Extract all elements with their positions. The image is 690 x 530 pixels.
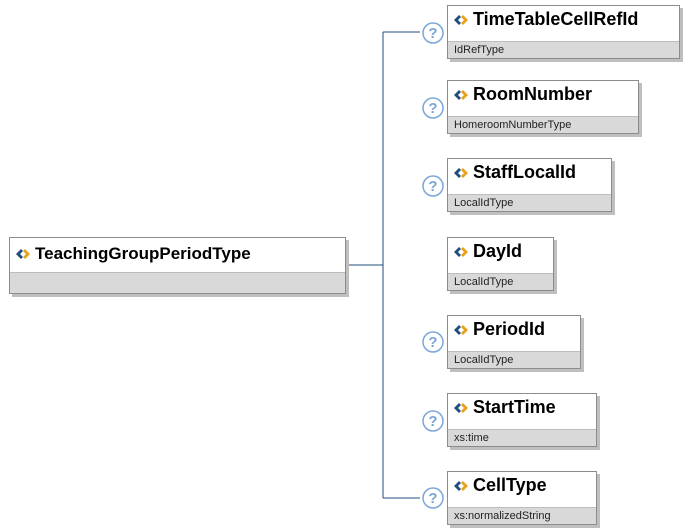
element-diamond-icon: [16, 249, 30, 259]
element-diamond-icon: [454, 15, 468, 25]
svg-text:?: ?: [428, 413, 437, 430]
child-element-title: PeriodId: [448, 316, 580, 343]
svg-text:?: ?: [428, 100, 437, 117]
child-element-box[interactable]: TimeTableCellRefId IdRefType: [447, 5, 680, 59]
question-mark-icon: ?: [422, 487, 444, 509]
optional-marker: ?: [422, 97, 444, 119]
child-element-box[interactable]: PeriodId LocalIdType: [447, 315, 581, 369]
child-element-title: StaffLocalId: [448, 159, 611, 186]
element-diamond-icon: [454, 247, 468, 257]
optional-marker: ?: [422, 175, 444, 197]
child-element-box[interactable]: DayId LocalIdType: [447, 237, 554, 291]
element-diamond-icon: [454, 403, 468, 413]
element-diamond-icon: [454, 90, 468, 100]
child-element-type: HomeroomNumberType: [448, 116, 638, 133]
child-element-name: DayId: [473, 241, 523, 261]
child-element-type: LocalIdType: [448, 194, 611, 211]
element-diamond-icon: [454, 325, 468, 335]
child-element-title: RoomNumber: [448, 81, 638, 108]
question-mark-icon: ?: [422, 175, 444, 197]
svg-text:?: ?: [428, 334, 437, 351]
child-element-name: StartTime: [473, 397, 556, 417]
child-element-name: TimeTableCellRefId: [473, 9, 639, 29]
child-element-title: DayId: [448, 238, 553, 265]
optional-marker: ?: [422, 331, 444, 353]
optional-marker: ?: [422, 487, 444, 509]
question-mark-icon: ?: [422, 97, 444, 119]
optional-marker: ?: [422, 410, 444, 432]
question-mark-icon: ?: [422, 22, 444, 44]
child-element-type: LocalIdType: [448, 351, 580, 368]
child-element-box[interactable]: CellType xs:normalizedString: [447, 471, 597, 525]
root-element-type: [10, 272, 345, 293]
schema-diagram: TeachingGroupPeriodType ? TimeTableCellR…: [0, 0, 690, 530]
child-element-box[interactable]: StartTime xs:time: [447, 393, 597, 447]
svg-text:?: ?: [428, 490, 437, 507]
child-element-name: CellType: [473, 475, 547, 495]
child-element-title: CellType: [448, 472, 596, 499]
child-element-name: StaffLocalId: [473, 162, 577, 182]
child-element-name: RoomNumber: [473, 84, 593, 104]
child-element-type: IdRefType: [448, 41, 679, 58]
question-mark-icon: ?: [422, 410, 444, 432]
element-diamond-icon: [454, 481, 468, 491]
child-element-type: xs:normalizedString: [448, 507, 596, 524]
child-element-box[interactable]: RoomNumber HomeroomNumberType: [447, 80, 639, 134]
optional-marker: ?: [422, 22, 444, 44]
child-element-title: TimeTableCellRefId: [448, 6, 679, 33]
child-element-title: StartTime: [448, 394, 596, 421]
child-element-name: PeriodId: [473, 319, 546, 339]
child-element-type: xs:time: [448, 429, 596, 446]
child-element-box[interactable]: StaffLocalId LocalIdType: [447, 158, 612, 212]
element-diamond-icon: [454, 168, 468, 178]
svg-text:?: ?: [428, 25, 437, 42]
root-element-title: TeachingGroupPeriodType: [10, 238, 345, 269]
root-element-name: TeachingGroupPeriodType: [35, 243, 251, 263]
child-element-type: LocalIdType: [448, 273, 553, 290]
root-element-box[interactable]: TeachingGroupPeriodType: [9, 237, 346, 294]
svg-text:?: ?: [428, 178, 437, 195]
question-mark-icon: ?: [422, 331, 444, 353]
